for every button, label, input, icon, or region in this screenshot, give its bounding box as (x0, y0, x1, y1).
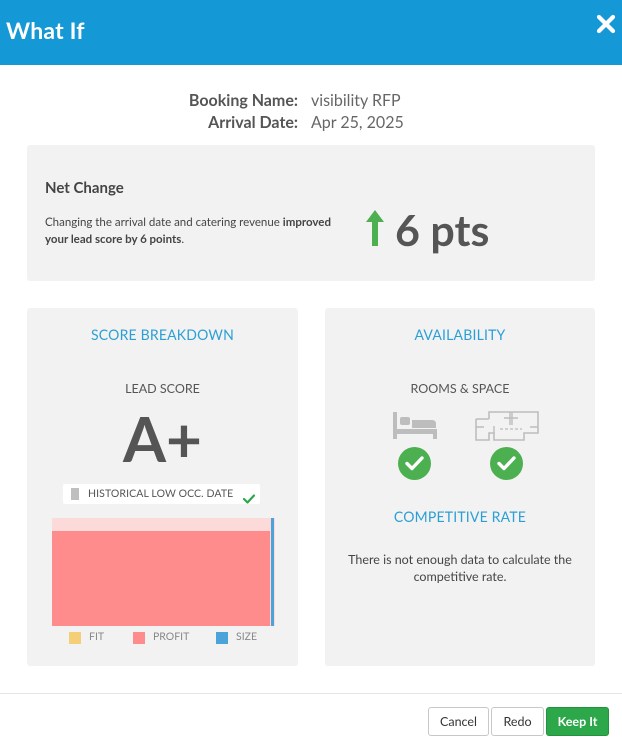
net-change-desc-end: . (181, 233, 185, 246)
floorplan-icon (474, 410, 540, 446)
booking-name-value: visibility RFP (311, 91, 401, 110)
checkmark-icon (242, 489, 256, 504)
arrival-date-label: Arrival Date: (208, 113, 298, 132)
arrival-date-value: Apr 25, 2025 (311, 113, 404, 132)
availability-panel: AVAILABILITY ROOMS & SPACE COMPETITIVE R… (325, 308, 595, 666)
legend-fit-swatch (69, 632, 81, 644)
arrow-up-icon (365, 208, 385, 248)
close-icon[interactable] (594, 12, 618, 36)
score-bar-size (271, 518, 274, 626)
historical-low-occ-text: HISTORICAL LOW OCC. DATE (88, 488, 234, 500)
modal-title: What If (6, 16, 85, 44)
competitive-rate-text: There is not enough data to calculate th… (348, 552, 572, 584)
lead-score-grade: A+ (122, 402, 203, 476)
legend-size-label: SIZE (236, 631, 258, 643)
net-change-desc-text: Changing the arrival date and catering r… (45, 216, 283, 229)
net-change-title: Net Change (45, 179, 124, 197)
footer-divider (0, 693, 622, 694)
lead-score-label: LEAD SCORE (125, 381, 200, 396)
building-icon (71, 488, 79, 500)
historical-low-occ-badge: HISTORICAL LOW OCC. DATE (63, 484, 260, 504)
legend-profit-label: PROFIT (153, 631, 190, 643)
legend-profit-swatch (133, 632, 145, 644)
cancel-button[interactable]: Cancel (428, 707, 489, 736)
booking-name-label: Booking Name: (188, 91, 298, 110)
legend-fit-label: FIT (89, 631, 105, 643)
keep-it-button[interactable]: Keep It (546, 707, 609, 736)
net-change-description: Changing the arrival date and catering r… (45, 214, 355, 248)
rooms-check-icon (398, 447, 431, 480)
net-change-panel: Net Change Changing the arrival date and… (27, 145, 595, 281)
score-breakdown-panel: SCORE BREAKDOWN LEAD SCORE A+ HISTORICAL… (27, 308, 298, 666)
legend-size-swatch (216, 632, 228, 644)
availability-heading: AVAILABILITY (414, 326, 506, 343)
modal-header: What If (0, 0, 622, 65)
redo-button[interactable]: Redo (491, 707, 544, 736)
score-bar-profit (52, 531, 270, 626)
bed-icon (392, 410, 438, 444)
space-check-icon (490, 447, 523, 480)
net-change-value: 6 pts (395, 205, 490, 256)
competitive-rate-heading: COMPETITIVE RATE (393, 508, 527, 525)
rooms-space-label: ROOMS & SPACE (410, 381, 510, 396)
score-breakdown-heading: SCORE BREAKDOWN (91, 326, 234, 343)
